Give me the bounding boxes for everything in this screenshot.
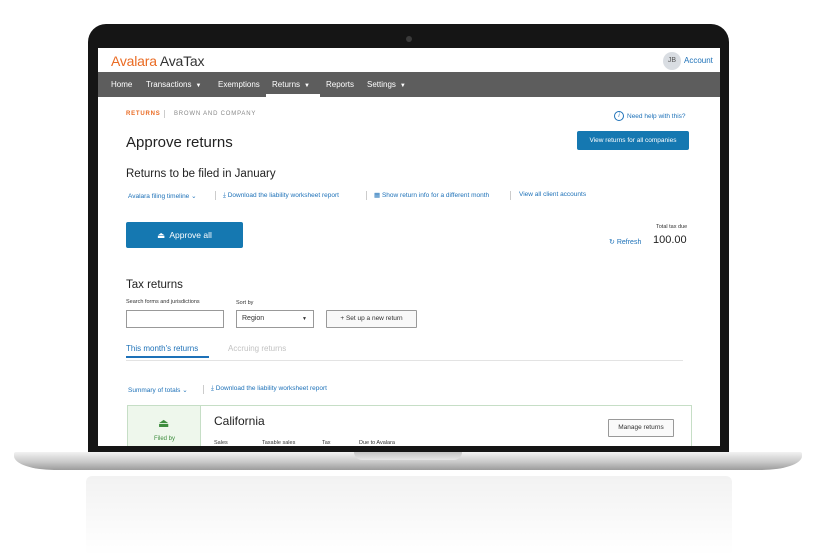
column-header: Due to Avalara [359,440,395,446]
approve-all-button[interactable]: ⏏ Approve all [126,222,243,248]
nav-item-transactions[interactable]: Transactions ▼ [146,80,201,89]
breadcrumb-company: BROWN AND COMPANY [174,111,257,117]
show-return-info-link[interactable]: ▦ Show return info for a different month [374,191,489,199]
plus-icon: + [340,315,345,322]
download-summary-link[interactable]: ⤓ Download the liability worksheet repor… [211,385,327,393]
tab-this-month[interactable]: This month's returns [126,344,198,353]
refresh-icon: ↻ [609,239,615,246]
info-icon: i [614,111,624,121]
sort-label: Sort by [236,300,254,306]
view-all-companies-button[interactable]: View returns for all companies [577,131,689,150]
nav-item-home[interactable]: Home [111,80,132,89]
page-title: Approve returns [126,134,233,151]
camera-dot [406,36,412,42]
avalara-logo[interactable]: Avalara AvaTax [111,53,204,69]
search-label: Search forms and jurisdictions [126,299,200,305]
help-link[interactable]: Need help with this? [627,113,686,120]
nav-item-returns[interactable]: Returns ▼ [272,80,310,89]
download-liability-link[interactable]: ⤓ Download the liability worksheet repor… [223,192,339,200]
tab-divider [126,360,683,361]
refresh-button[interactable]: ↻ Refresh [609,238,641,246]
divider [366,191,367,200]
breadcrumb-section[interactable]: RETURNS [126,111,161,117]
chevron-down-icon: ▼ [302,316,307,322]
filing-timeline-dropdown[interactable]: Avalara filing timeline ⌄ [128,192,197,200]
chevron-down-icon: ▼ [195,83,202,89]
top-bar: Avalara AvaTax JB Account [98,48,720,72]
column-header: Sales [214,440,228,446]
stamp-icon: ⏏ [157,230,166,240]
stamp-icon: ⏏ [158,416,170,430]
laptop-notch [354,452,462,460]
column-header: Taxable sales [262,440,296,446]
app-screen: Avalara AvaTax JB Account Home Transactio… [98,48,720,446]
state-name: California [214,414,265,428]
chevron-down-icon: ⌄ [191,193,197,200]
return-card-california: ⏏ Filed by California Sales Taxable sale… [127,405,692,446]
tab-accruing[interactable]: Accruing returns [228,344,286,353]
setup-return-button[interactable]: + Set up a new return [326,310,417,328]
breadcrumb-divider [164,110,165,118]
account-link[interactable]: Account [684,56,713,65]
chevron-down-icon: ⌄ [182,387,188,394]
laptop-mockup: Avalara AvaTax JB Account Home Transactio… [0,0,816,557]
filing-status-panel: ⏏ Filed by [128,406,201,446]
avatar[interactable]: JB [663,52,681,70]
summary-toggle[interactable]: Summary of totals ⌄ [128,386,188,394]
divider [510,191,511,200]
laptop-reflection [86,476,732,556]
sort-select[interactable]: Region ▼ [236,310,314,328]
divider [215,191,216,200]
view-client-accounts-link[interactable]: View all client accounts [519,191,586,198]
total-tax-due-label: Total tax due [656,224,688,230]
column-header: Tax [322,440,331,446]
active-nav-indicator [266,94,320,97]
search-input[interactable] [126,310,224,328]
total-tax-due-value: 100.00 [653,234,687,246]
manage-returns-button[interactable]: Manage returns [608,419,674,437]
calendar-icon: ▦ [374,192,381,199]
filed-by-label: Filed by [154,436,176,442]
main-nav: Home Transactions ▼ Exemptions Returns ▼ R… [98,72,720,97]
divider [203,385,204,394]
active-tab-indicator [126,356,209,358]
tax-returns-heading: Tax returns [126,279,183,291]
chevron-down-icon: ▼ [399,83,406,89]
nav-item-settings[interactable]: Settings ▼ [367,80,406,89]
download-icon: ⤓ [211,385,214,392]
nav-item-reports[interactable]: Reports [326,80,354,89]
filing-heading: Returns to be filed in January [126,168,276,180]
chevron-down-icon: ▼ [304,83,310,89]
nav-item-exemptions[interactable]: Exemptions [218,80,260,89]
download-icon: ⤓ [223,192,226,199]
